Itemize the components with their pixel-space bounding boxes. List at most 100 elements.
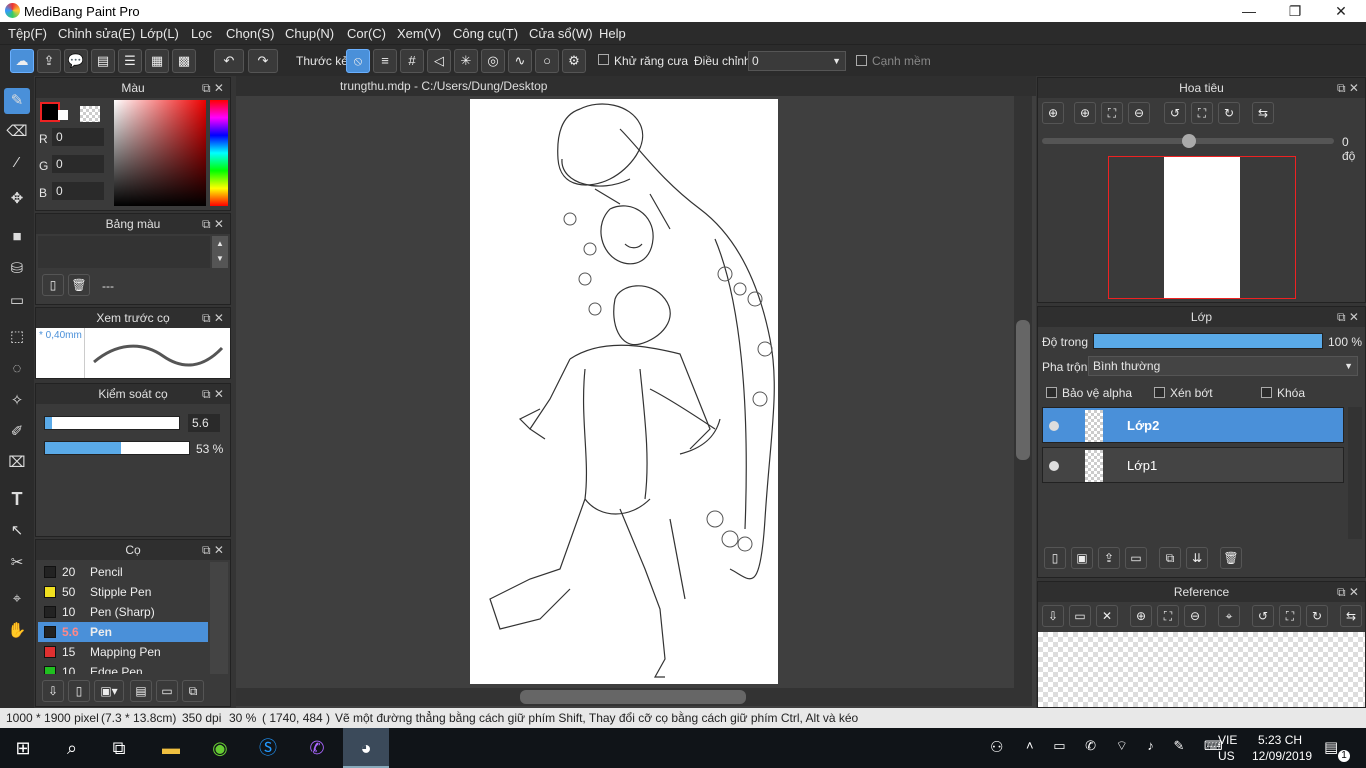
drawing-canvas[interactable]: [470, 99, 778, 684]
menu-layer[interactable]: Lớp(L): [140, 26, 179, 41]
brush-size-slider[interactable]: [44, 416, 180, 430]
menu-color[interactable]: Cor(C): [347, 26, 386, 41]
divide-tool-icon[interactable]: ✂: [4, 550, 30, 576]
new-file-icon[interactable]: ▯: [42, 274, 64, 296]
menu-snap[interactable]: Chụp(N): [285, 26, 334, 41]
reference-area[interactable]: [1038, 632, 1365, 707]
gradient-tool-icon[interactable]: ▭: [4, 288, 30, 314]
open-folder-icon[interactable]: ▭: [1069, 605, 1091, 627]
rotation-slider[interactable]: [1042, 134, 1334, 148]
concentric-ruler-icon[interactable]: ◎: [481, 49, 505, 73]
menu-tools[interactable]: Công cụ(T): [453, 26, 518, 41]
import-layer-icon[interactable]: ⇪: [1098, 547, 1120, 569]
layer-scrollbar[interactable]: [1348, 407, 1362, 539]
vertical-scroll-thumb[interactable]: [1016, 320, 1030, 460]
message-icon[interactable]: ▤: [91, 49, 115, 73]
select-rect-tool-icon[interactable]: ⬚: [4, 324, 30, 350]
rotation-thumb[interactable]: [1182, 134, 1196, 148]
ruler-off-icon[interactable]: ⦸: [346, 49, 370, 73]
panel-close-icon[interactable]: ⧉ ✕: [202, 214, 224, 234]
layer-row[interactable]: Lớp2: [1042, 407, 1344, 443]
keyboard-layout[interactable]: US: [1218, 749, 1235, 763]
eyedropper-icon[interactable]: ⌖: [1218, 605, 1240, 627]
undo-icon[interactable]: ↶: [214, 49, 244, 73]
folder-icon[interactable]: ▭: [156, 680, 178, 702]
brush-item[interactable]: 20 Pencil: [38, 562, 208, 582]
dot-tool-icon[interactable]: ⁄: [4, 150, 30, 176]
menu-filter[interactable]: Lọc: [191, 26, 212, 41]
new-halftone-layer-icon[interactable]: ▣: [1071, 547, 1093, 569]
blend-mode-select[interactable]: Bình thường ▼: [1088, 356, 1358, 376]
operation-tool-icon[interactable]: ↖: [4, 518, 30, 544]
clock-date[interactable]: 12/09/2019: [1252, 749, 1312, 763]
ellipse-ruler-icon[interactable]: ○: [535, 49, 559, 73]
brush-settings-icon[interactable]: ▤: [130, 680, 152, 702]
eyedropper-tool-icon[interactable]: ⌖: [4, 586, 30, 612]
r-input[interactable]: 0: [52, 128, 104, 146]
settings-gear-icon[interactable]: ⚙: [562, 49, 586, 73]
lock-checkbox[interactable]: [1261, 387, 1272, 398]
soft-edge-checkbox[interactable]: [856, 55, 867, 66]
perspective-ruler-icon[interactable]: ◁: [427, 49, 451, 73]
search-icon[interactable]: ⌕: [49, 728, 95, 768]
panel-close-icon[interactable]: ⧉ ✕: [202, 308, 224, 328]
redo-icon[interactable]: ↷: [248, 49, 278, 73]
people-icon[interactable]: ⚇: [990, 738, 1003, 756]
rotate-left-icon[interactable]: ↺: [1252, 605, 1274, 627]
task-view-icon[interactable]: ⧉: [96, 728, 142, 768]
new-brush-icon[interactable]: ▯: [68, 680, 90, 702]
menu-edit[interactable]: Chỉnh sửa(E): [58, 26, 135, 41]
canvas-horizontal-scrollbar[interactable]: [236, 688, 1032, 706]
lasso-tool-icon[interactable]: ◌: [4, 356, 30, 382]
fill-rect-tool-icon[interactable]: ■: [4, 224, 30, 250]
zoom-in-icon[interactable]: ⊕: [1074, 102, 1096, 124]
reset-rotate-icon[interactable]: ⛶: [1279, 605, 1301, 627]
palette-list[interactable]: [38, 236, 210, 268]
input-language[interactable]: VIE: [1218, 733, 1237, 747]
cloud-download-icon[interactable]: ⇩: [1042, 605, 1064, 627]
rotate-right-icon[interactable]: ↻: [1306, 605, 1328, 627]
select-eraser-tool-icon[interactable]: ⌧: [4, 450, 30, 476]
menu-file[interactable]: Tệp(F): [8, 26, 47, 41]
brush-opacity-slider[interactable]: [44, 441, 190, 455]
folder-icon[interactable]: ▭: [1125, 547, 1147, 569]
grid-icon[interactable]: ▩: [172, 49, 196, 73]
brush-item[interactable]: 10 Pen (Sharp): [38, 602, 208, 622]
palette-scroll[interactable]: ▲ ▼: [212, 236, 228, 268]
brush-size-value[interactable]: 5.6: [188, 414, 220, 432]
grid-ruler-icon[interactable]: #: [400, 49, 424, 73]
new-layer-icon[interactable]: ▯: [1044, 547, 1066, 569]
correction-select[interactable]: 0 ▼: [748, 51, 846, 71]
trash-icon[interactable]: 🗑: [68, 274, 90, 296]
brush-item[interactable]: 10 Edge Pen: [38, 662, 208, 674]
foreground-color-swatch[interactable]: [40, 102, 60, 122]
flip-icon[interactable]: ⇆: [1340, 605, 1362, 627]
rotate-left-icon[interactable]: ↺: [1164, 102, 1186, 124]
parallel-ruler-icon[interactable]: ≡: [373, 49, 397, 73]
layers-icon[interactable]: ▦: [145, 49, 169, 73]
trash-icon[interactable]: 🗑: [1220, 547, 1242, 569]
skype-icon[interactable]: Ⓢ: [245, 728, 291, 768]
panel-close-icon[interactable]: ⧉ ✕: [1337, 582, 1359, 602]
brush-item[interactable]: 15 Mapping Pen: [38, 642, 208, 662]
fit-icon[interactable]: ⛶: [1157, 605, 1179, 627]
rotate-right-icon[interactable]: ↻: [1218, 102, 1240, 124]
hue-slider[interactable]: [210, 100, 228, 206]
brush-menu-icon[interactable]: ▣▾: [94, 680, 124, 702]
close-icon[interactable]: ✕: [1096, 605, 1118, 627]
background-color-swatch[interactable]: [58, 110, 68, 120]
radial-ruler-icon[interactable]: ✳: [454, 49, 478, 73]
flip-icon[interactable]: ⇆: [1252, 102, 1274, 124]
clock-time[interactable]: 5:23 CH: [1258, 733, 1302, 747]
eraser-tool-icon[interactable]: ⌫: [4, 119, 30, 145]
panel-close-icon[interactable]: ⧉ ✕: [1337, 307, 1359, 327]
transparent-color-swatch[interactable]: [80, 106, 100, 122]
notification-icon[interactable]: ▤: [1324, 738, 1338, 756]
select-pen-tool-icon[interactable]: ✐: [4, 419, 30, 445]
panel-close-icon[interactable]: ⧉ ✕: [202, 540, 224, 560]
coccoc-browser-icon[interactable]: ◉: [197, 728, 243, 768]
minimize-button[interactable]: —: [1226, 0, 1272, 22]
move-tool-icon[interactable]: ✥: [4, 186, 30, 212]
brush-item[interactable]: 50 Stipple Pen: [38, 582, 208, 602]
curve-ruler-icon[interactable]: ∿: [508, 49, 532, 73]
